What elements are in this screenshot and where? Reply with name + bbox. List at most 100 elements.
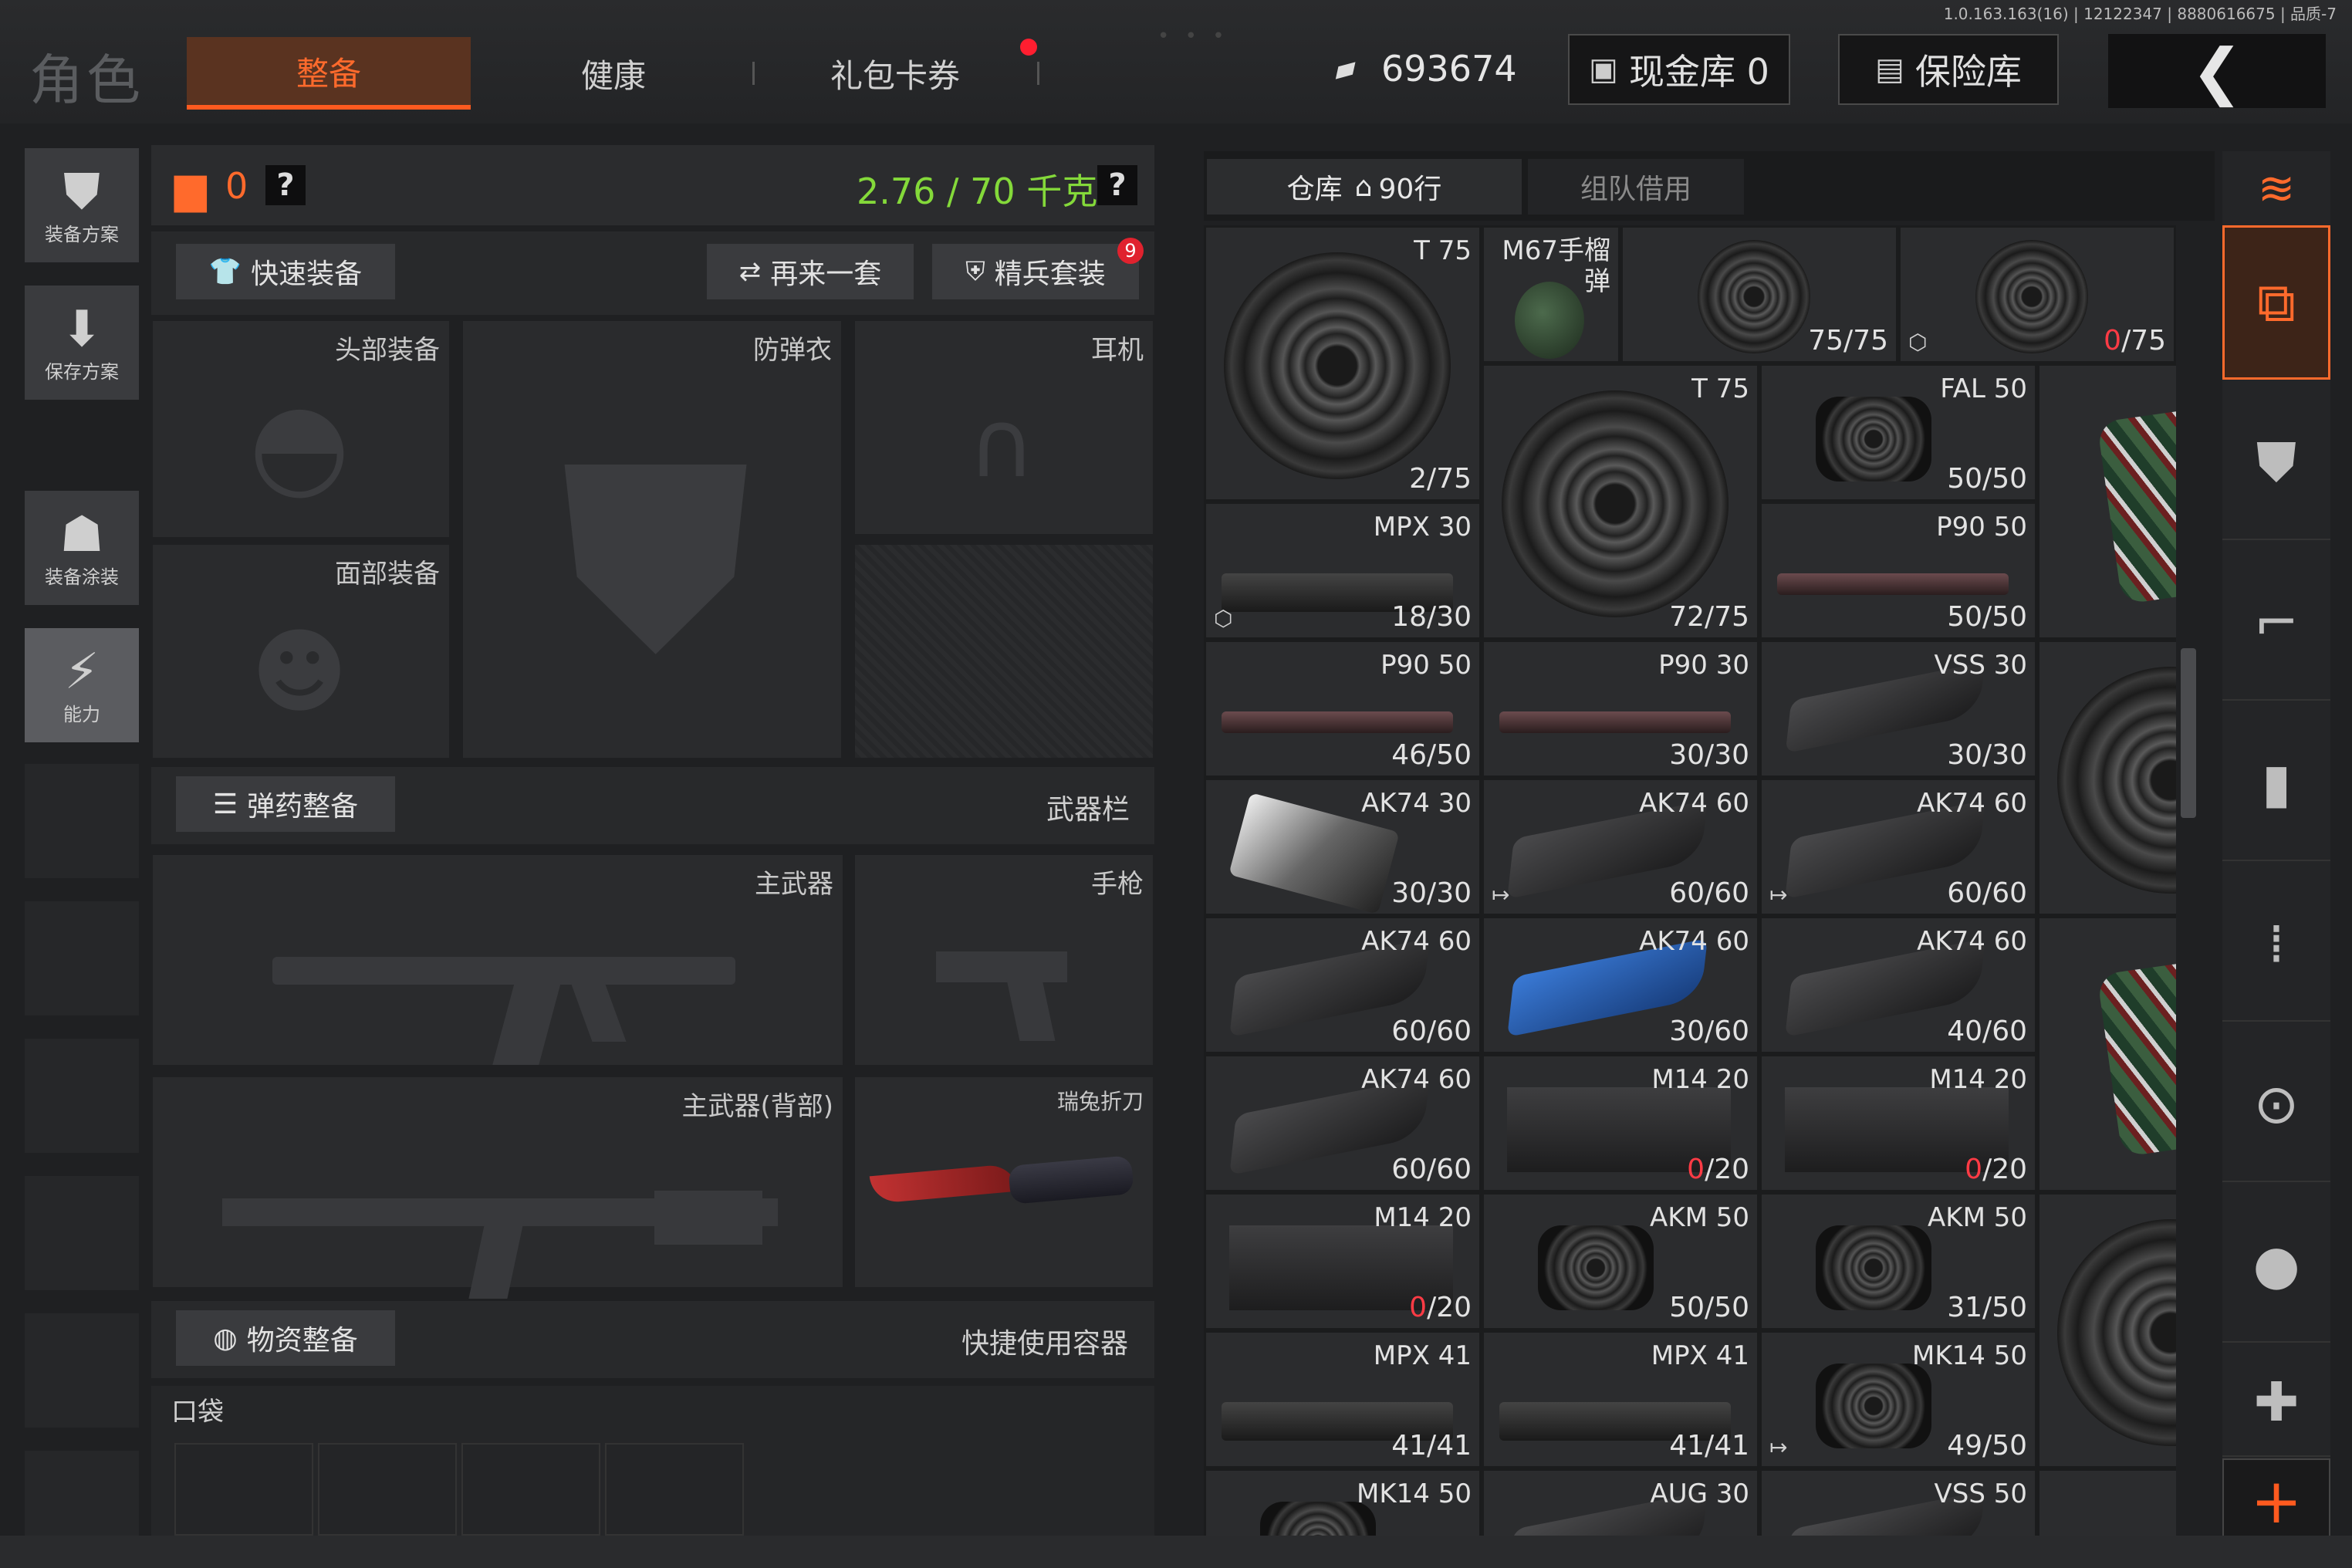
inventory-item[interactable]: AK74 60 40/60 [1759,916,2037,1054]
rail-empty-slot [25,1313,139,1428]
primary-weapon-slot[interactable]: 主武器 [153,855,843,1065]
equip-paint-label: 装备涂装 [45,566,119,588]
category-armor-icon[interactable]: ⛊ [2222,386,2330,540]
equip-plan-button[interactable]: ⛊ 装备方案 [25,148,139,262]
supply-icon: ◍ [213,1322,238,1354]
tab-team-borrow[interactable]: 组队借用 [1528,159,1744,215]
inventory-item[interactable]: VSS 30 30/30 [1759,640,2037,778]
tab-equip[interactable]: 整备 [187,37,471,110]
page-title: 角色 [29,49,144,112]
inventory-item[interactable]: T 75 72/75 [1482,363,1759,640]
cash-vault-button[interactable]: ▣ 现金库 0 [1568,34,1790,105]
inventory-item[interactable]: AUG 30 [1482,1468,1759,1537]
sort-stack-icon[interactable]: ≋ [2222,151,2330,225]
tab-warehouse[interactable]: 仓库 ⌂ 90行 [1207,159,1522,215]
tab-health[interactable]: 健康 [494,37,733,110]
inventory-item[interactable]: AKM 50 31/50 [1759,1192,2037,1330]
inventory-item[interactable]: 0/75 ⬡ [1898,225,2176,363]
category-medkit-icon[interactable]: ✚ [2222,1349,2330,1457]
back-weapon-slot[interactable]: 主武器(背部) [153,1077,843,1299]
head-slot[interactable]: 头部装备 ◓ [153,321,449,537]
inventory-item[interactable]: M67手榴 弹 [1482,225,1620,363]
back-button[interactable]: ❮ [2108,34,2326,108]
ammo-prep-button[interactable]: ☰ 弹药整备 [176,776,395,832]
inventory-item[interactable]: P90 50 50/50 [1759,502,2037,640]
headset-slot[interactable]: 耳机 ∩ [855,321,1153,534]
inventory-item[interactable]: AK74 60 60/60 [1204,916,1482,1054]
item-count: 18/30 [1391,601,1472,633]
safe-button[interactable]: ▤ 保险库 [1838,34,2059,105]
category-ammo-box-icon[interactable]: ⧉ [2222,225,2330,380]
inventory-item[interactable]: M14 20 0/20 [1759,1054,2037,1192]
inventory-item[interactable]: VSS 50 [2037,1468,2176,1537]
transfer-arrow-icon: ↦ [1769,1435,1788,1460]
tab-gift[interactable]: 礼包卡券 [764,37,1026,110]
save-plan-label: 保存方案 [45,360,119,383]
inventory-item[interactable]: AK74 60 60/60 [1204,1054,1482,1192]
package-icon: ⬡ [1908,329,1928,355]
category-rifle-icon[interactable]: ⌐ [2222,546,2330,701]
repeat-set-button[interactable]: ⇄ 再来一套 [707,244,914,299]
weight-display: 2.76 / 70 千克 [857,171,1098,212]
inventory-item[interactable]: MK14 50 49/50 ↦ [1759,1330,2037,1468]
equip-paint-button[interactable]: ☗ 装备涂装 [25,491,139,605]
repeat-set-label: 再来一套 [770,259,882,290]
item-name: T 75 [1414,235,1472,266]
helmet-icon: ◓ [248,377,350,512]
item-count: 60/60 [1947,877,2027,909]
inventory-item[interactable]: AK74 60 60/60 ↦ [1759,778,2037,916]
help-button[interactable]: ? [265,165,306,205]
add-button[interactable]: + [2222,1458,2330,1543]
inventory-item[interactable]: MPX 41 41/41 [1482,1330,1759,1468]
category-grenade-icon[interactable]: ● [2222,1188,2330,1343]
elite-set-label: 精兵套装 [994,259,1106,290]
item-count: 31/50 [1947,1292,2027,1323]
inventory-item[interactable]: M14 20 0/20 [1482,1054,1759,1192]
inventory-item[interactable]: MK14 50 [1204,1468,1482,1537]
inventory-item[interactable]: FAL 50 50/50 [1759,363,2037,502]
category-bullet-icon[interactable]: ⁞ [2222,867,2330,1022]
inventory-item[interactable]: MPX 41 41/41 [1204,1330,1482,1468]
category-magazine-icon[interactable]: ▮ [2222,707,2330,861]
item-count: 60/60 [1391,1154,1472,1185]
inventory-item[interactable]: 75/75 [1620,225,1898,363]
knife-slot[interactable]: 瑞兔折刀 [855,1077,1153,1287]
quick-equip-button[interactable]: 👕 快速装备 [176,244,395,299]
item-name: MK14 50 [1357,1478,1472,1509]
inventory-item[interactable]: T 75 2/75 [1204,225,1482,502]
pocket-slot[interactable] [174,1443,313,1536]
inventory-item[interactable]: AKM 50 50/50 [1482,1192,1759,1330]
face-slot[interactable]: 面部装备 ☻ [153,545,449,758]
rail-empty-slot [25,1451,139,1536]
warehouse-scrollbar[interactable] [2181,648,2196,818]
inventory-item[interactable]: AK74 60 30/60 [1482,916,1759,1054]
pocket-slot[interactable] [605,1443,744,1536]
inventory-item[interactable]: MPX 30 18/30 ⬡ [1204,502,1482,640]
inventory-item[interactable]: AR 60聚 合54/60 [2037,1192,2176,1468]
save-plan-button[interactable]: ⬇ 保存方案 [25,286,139,400]
inventory-item[interactable]: M14 20 0/20 [1204,1192,1482,1330]
category-scope-icon[interactable]: ⊙ [2222,1028,2330,1182]
ability-button[interactable]: ⚡ 能力 [25,628,139,742]
elite-badge: 9 [1117,238,1144,264]
pocket-slot[interactable] [318,1443,457,1536]
inventory-item[interactable]: AK74 6058/60 [2037,916,2176,1192]
rifle-icon [253,901,755,1065]
item-count: 41/41 [1669,1430,1749,1462]
inventory-item[interactable]: AK74 30 30/30 [1204,778,1482,916]
elite-set-button[interactable]: ⛨ 精兵套装 [932,244,1139,299]
inventory-item[interactable]: P90 50 46/50 [1204,640,1482,778]
list-icon: ☰ [212,788,238,820]
supply-prep-button[interactable]: ◍ 物资整备 [176,1310,395,1366]
inventory-item[interactable]: VSS 50 [1759,1468,2037,1537]
pistol-slot[interactable]: 手枪 [855,855,1153,1065]
inventory-item[interactable]: G系 5050/50 [2037,640,2176,916]
inventory-item[interactable]: P90 30 30/30 [1482,640,1759,778]
armor-slot[interactable]: 防弹衣 ⛊ [463,321,841,758]
weight-help-button[interactable]: ? [1097,165,1137,205]
inventory-item[interactable]: AK74 60 60/60 ↦ [1482,778,1759,916]
item-count: 0/20 [1687,1154,1749,1185]
equip-plan-label: 装备方案 [45,223,119,245]
pocket-slot[interactable] [461,1443,600,1536]
inventory-item[interactable]: FAL 5049/50 [2037,363,2176,640]
